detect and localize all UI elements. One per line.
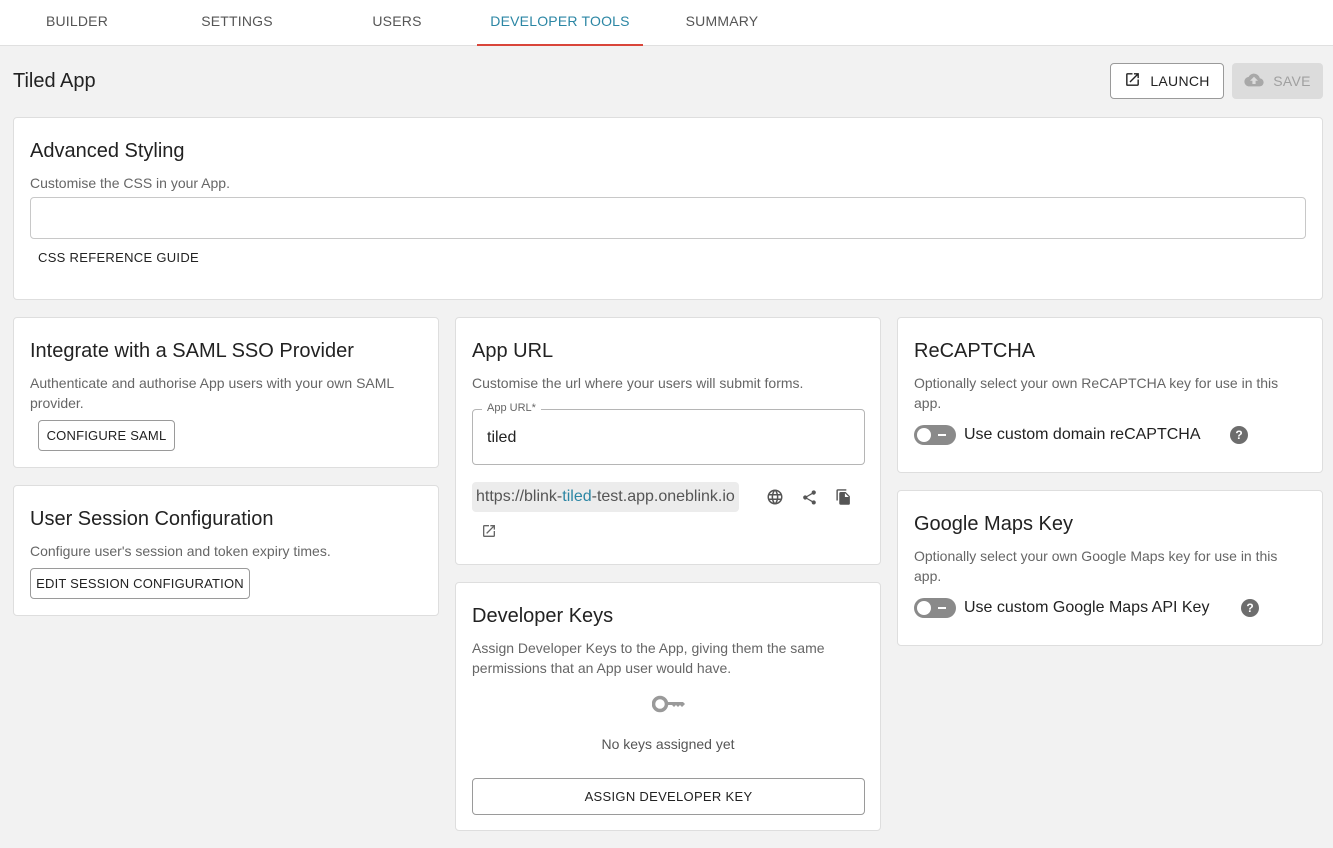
saml-description: Authenticate and authorise App users wit…: [30, 375, 394, 411]
share-icon[interactable]: [798, 486, 820, 508]
tab-builder[interactable]: BUILDER: [32, 0, 122, 46]
app-url-card: App URL Customise the url where your use…: [455, 317, 881, 565]
session-title: User Session Configuration: [30, 508, 274, 530]
launch-button[interactable]: LAUNCH: [1110, 63, 1224, 99]
app-url-field[interactable]: App URL* tiled: [472, 402, 865, 465]
css-reference-guide-button[interactable]: CSS REFERENCE GUIDE: [38, 250, 199, 265]
session-card: User Session Configuration Configure use…: [13, 485, 439, 616]
developer-keys-title: Developer Keys: [472, 605, 614, 627]
recaptcha-toggle[interactable]: [914, 425, 956, 445]
cloud-upload-icon: [1244, 72, 1264, 91]
app-url-preview: https://blink-tiled-test.app.oneblink.io: [472, 482, 739, 512]
google-maps-toggle[interactable]: [914, 598, 956, 618]
url-prefix: https://blink-: [476, 488, 563, 505]
advanced-styling-description: Customise the CSS in your App.: [30, 175, 230, 191]
tab-users[interactable]: USERS: [357, 0, 437, 46]
tab-developer-tools[interactable]: DEVELOPER TOOLS: [477, 0, 643, 46]
google-maps-title: Google Maps Key: [914, 513, 1073, 535]
save-label: SAVE: [1273, 73, 1311, 89]
toggle-off-indicator: [938, 434, 946, 436]
open-in-new-icon: [1124, 71, 1141, 91]
toggle-knob: [917, 601, 931, 615]
help-icon[interactable]: ?: [1241, 599, 1259, 617]
app-url-title: App URL: [472, 340, 554, 362]
no-keys-text: No keys assigned yet: [601, 736, 735, 752]
recaptcha-card: ReCAPTCHA Optionally select your own ReC…: [897, 317, 1323, 473]
tab-bar: BUILDER SETTINGS USERS DEVELOPER TOOLS S…: [0, 0, 1333, 46]
url-highlight: tiled: [562, 488, 592, 505]
developer-keys-card: Developer Keys Assign Developer Keys to …: [455, 582, 881, 831]
tab-summary[interactable]: SUMMARY: [672, 0, 772, 46]
google-maps-card: Google Maps Key Optionally select your o…: [897, 490, 1323, 646]
copy-icon[interactable]: [832, 486, 854, 508]
recaptcha-title: ReCAPTCHA: [914, 340, 1036, 362]
configure-saml-button[interactable]: CONFIGURE SAML: [38, 420, 175, 451]
globe-icon[interactable]: [764, 486, 786, 508]
saml-card: Integrate with a SAML SSO Provider Authe…: [13, 317, 439, 468]
app-url-description: Customise the url where your users will …: [472, 375, 804, 391]
session-description: Configure user's session and token expir…: [30, 543, 331, 559]
recaptcha-description: Optionally select your own ReCAPTCHA key…: [914, 375, 1279, 411]
advanced-styling-card: Advanced Styling Customise the CSS in yo…: [13, 117, 1323, 300]
google-maps-description: Optionally select your own Google Maps k…: [914, 548, 1278, 584]
open-in-new-icon[interactable]: [478, 520, 500, 542]
assign-developer-key-button[interactable]: ASSIGN DEVELOPER KEY: [472, 778, 865, 815]
launch-label: LAUNCH: [1150, 73, 1210, 89]
key-icon: [651, 695, 686, 718]
url-suffix: -test.app.oneblink.io: [591, 488, 735, 505]
saml-title: Integrate with a SAML SSO Provider: [30, 340, 354, 362]
developer-keys-description: Assign Developer Keys to the App, giving…: [472, 640, 825, 676]
toggle-off-indicator: [938, 607, 946, 609]
recaptcha-toggle-label: Use custom domain reCAPTCHA: [964, 426, 1201, 443]
app-url-field-label: App URL*: [482, 402, 541, 414]
advanced-styling-title: Advanced Styling: [30, 140, 185, 162]
save-button[interactable]: SAVE: [1232, 63, 1323, 99]
page-title: Tiled App: [13, 70, 96, 92]
edit-session-configuration-button[interactable]: EDIT SESSION CONFIGURATION: [30, 568, 250, 599]
tab-settings[interactable]: SETTINGS: [187, 0, 287, 46]
toggle-knob: [917, 428, 931, 442]
help-icon[interactable]: ?: [1230, 426, 1248, 444]
css-editor[interactable]: [30, 197, 1306, 239]
google-maps-toggle-label: Use custom Google Maps API Key: [964, 599, 1210, 616]
app-url-field-value: tiled: [487, 429, 517, 446]
